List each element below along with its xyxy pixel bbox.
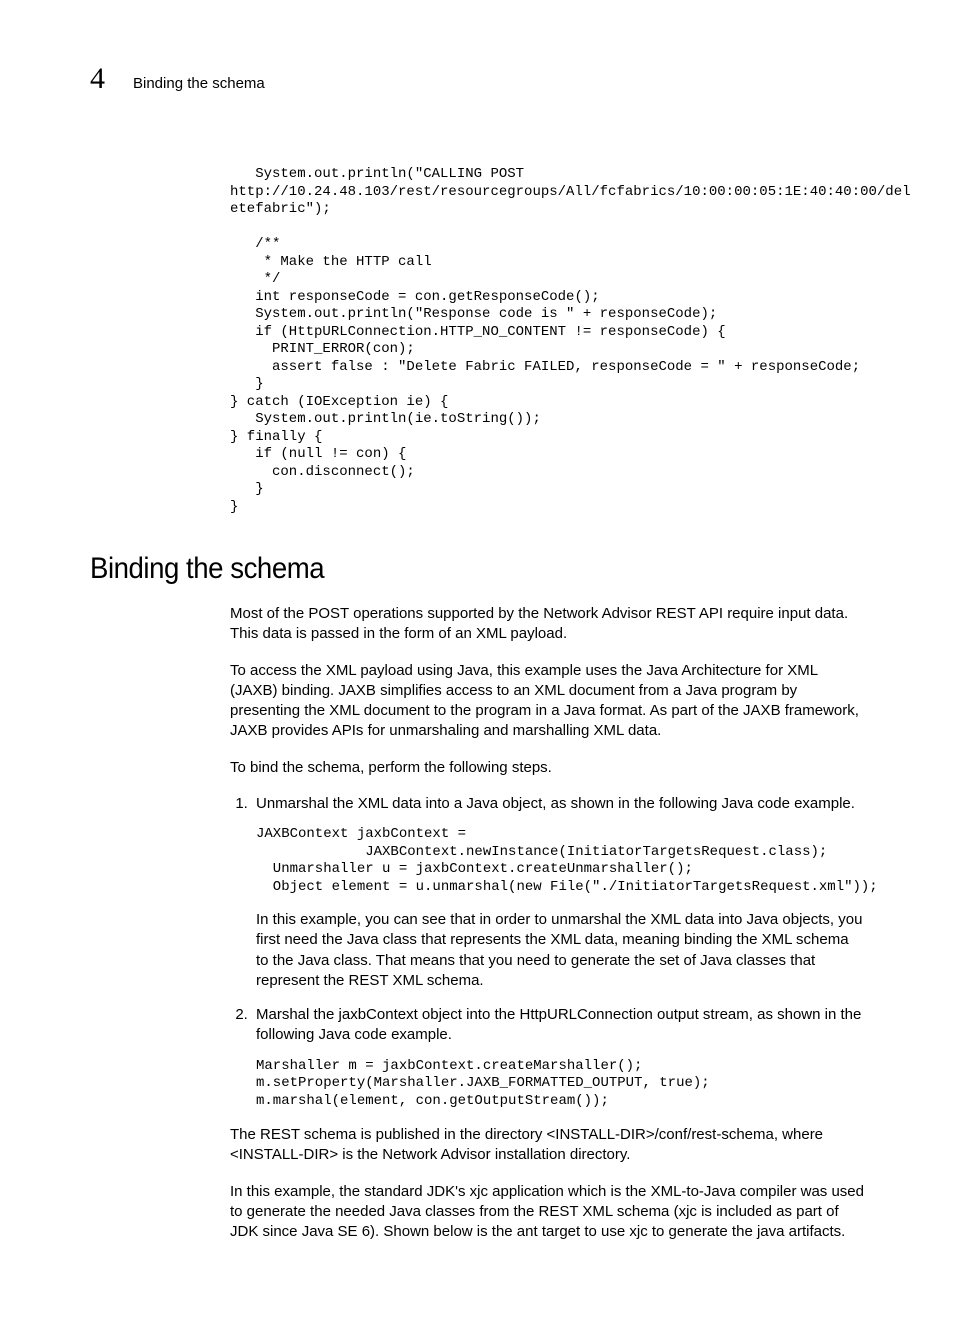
code-block: Marshaller m = jaxbContext.createMarshal… [256, 1058, 864, 1111]
paragraph: In this example, the standard JDK's xjc … [230, 1182, 864, 1243]
section-heading: Binding the schema [90, 552, 802, 586]
step-item: Unmarshal the XML data into a Java objec… [252, 794, 864, 991]
paragraph: The REST schema is published in the dire… [230, 1125, 864, 1166]
paragraph: To bind the schema, perform the followin… [230, 758, 864, 778]
running-header: 4 Binding the schema [90, 62, 864, 96]
step-text: Unmarshal the XML data into a Java objec… [256, 794, 864, 814]
running-title: Binding the schema [133, 75, 265, 92]
step-item: Marshal the jaxbContext object into the … [252, 1005, 864, 1110]
step-text: Marshal the jaxbContext object into the … [256, 1005, 864, 1046]
code-block: JAXBContext jaxbContext = JAXBContext.ne… [256, 826, 864, 896]
paragraph: Most of the POST operations supported by… [230, 604, 864, 645]
page: 4 Binding the schema System.out.println(… [0, 0, 954, 1318]
paragraph: To access the XML payload using Java, th… [230, 661, 864, 742]
chapter-number: 4 [90, 62, 105, 96]
code-block-top: System.out.println("CALLING POST http://… [230, 166, 864, 516]
step-followup: In this example, you can see that in ord… [256, 910, 864, 991]
ordered-steps: Unmarshal the XML data into a Java objec… [230, 794, 864, 1110]
